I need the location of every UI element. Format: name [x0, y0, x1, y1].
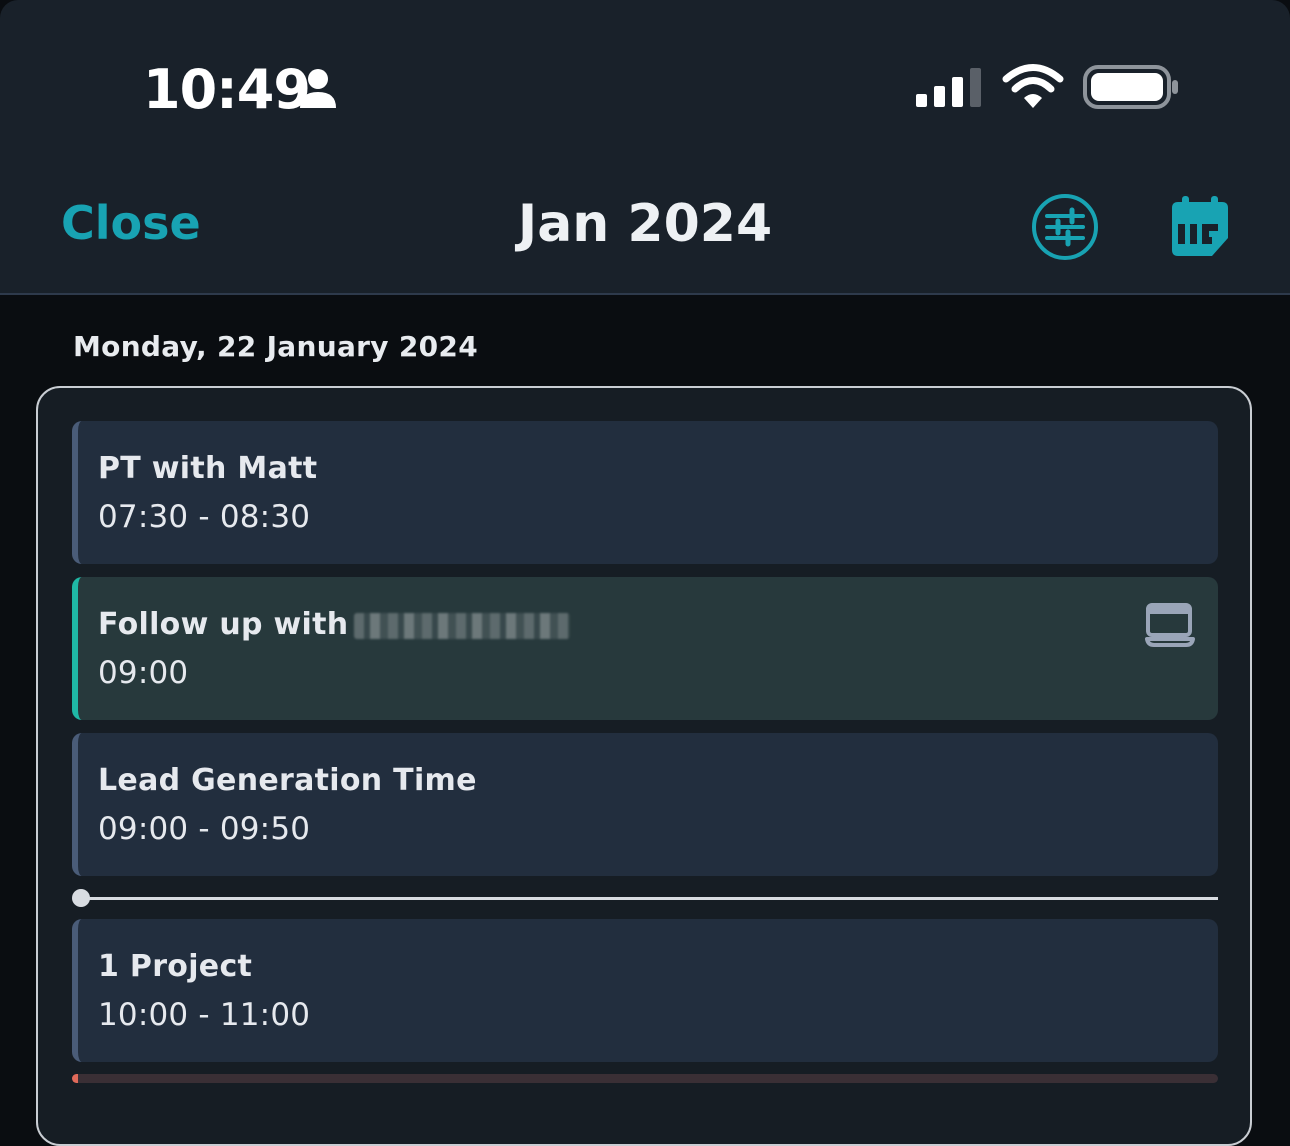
- event-card[interactable]: 1 Project 10:00 - 11:00: [72, 919, 1218, 1062]
- person-icon: [300, 69, 336, 108]
- calendar-icon[interactable]: [1168, 194, 1232, 260]
- event-time: 10:00 - 11:00: [98, 997, 311, 1033]
- event-card-partial[interactable]: [72, 1074, 1218, 1083]
- event-title: 1 Project: [98, 949, 253, 984]
- date-header: Monday, 22 January 2024: [73, 330, 478, 363]
- signal-icon: [916, 68, 981, 107]
- event-title: Lead Generation Time: [98, 763, 477, 798]
- header-divider: [0, 293, 1290, 295]
- wifi-icon: [1002, 64, 1064, 108]
- laptop-icon: [1145, 603, 1195, 647]
- status-time: 10:49: [143, 58, 311, 121]
- event-card-task[interactable]: Follow up with 09:00: [72, 577, 1218, 720]
- event-time: 09:00: [98, 655, 189, 691]
- event-card[interactable]: PT with Matt 07:30 - 08:30: [72, 421, 1218, 564]
- battery-icon: [1083, 65, 1178, 109]
- month-title: Jan 2024: [517, 194, 773, 254]
- filter-sliders-icon[interactable]: [1030, 192, 1100, 262]
- close-button[interactable]: Close: [61, 196, 201, 250]
- current-time-line: [80, 897, 1218, 900]
- event-title-text: Follow up with: [98, 607, 349, 642]
- event-card[interactable]: Lead Generation Time 09:00 - 09:50: [72, 733, 1218, 876]
- event-title: PT with Matt: [98, 451, 318, 486]
- event-title: Follow up with: [98, 607, 571, 642]
- redacted-name: [354, 612, 571, 639]
- event-time: 07:30 - 08:30: [98, 499, 311, 535]
- event-time: 09:00 - 09:50: [98, 811, 311, 847]
